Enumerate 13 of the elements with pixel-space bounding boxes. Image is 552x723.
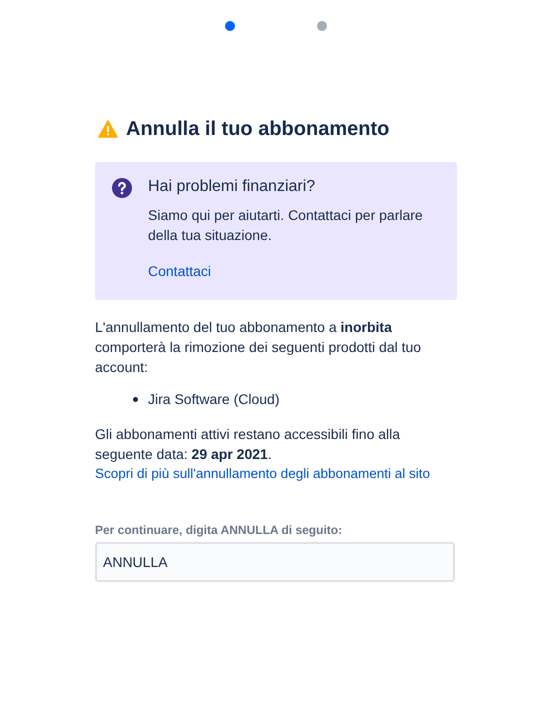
- warning-icon: [98, 120, 118, 138]
- contact-link[interactable]: Contattaci: [148, 261, 212, 281]
- bullet-icon: [133, 396, 138, 402]
- page-title: Annulla il tuo abbonamento: [126, 117, 390, 142]
- notice-text: Siamo qui per aiutarti. Contattaci per parlare della tua situazione.: [148, 206, 424, 245]
- access-paragraph: Gli abbonamenti attivi restano accessibili fino alla seguente data: 29 apr 2021.: [95, 425, 402, 464]
- intro-paragraph: L'annullamento del tuo abbonamento a inorbita comporterà la rimozione dei seguenti prodotti dal tuo account:: [95, 318, 422, 377]
- confirm-input[interactable]: ANNULLA: [95, 542, 455, 582]
- help-icon: [112, 178, 132, 198]
- product-name: Jira Software (Cloud): [148, 390, 280, 409]
- notice-title: Hai problemi finanziari?: [148, 177, 316, 197]
- learn-more-link[interactable]: Scopri di più sull'annullamento degli abbonamenti al sito: [95, 464, 430, 484]
- field-label: Per continuare, digita ANNULLA di seguito:: [95, 522, 344, 538]
